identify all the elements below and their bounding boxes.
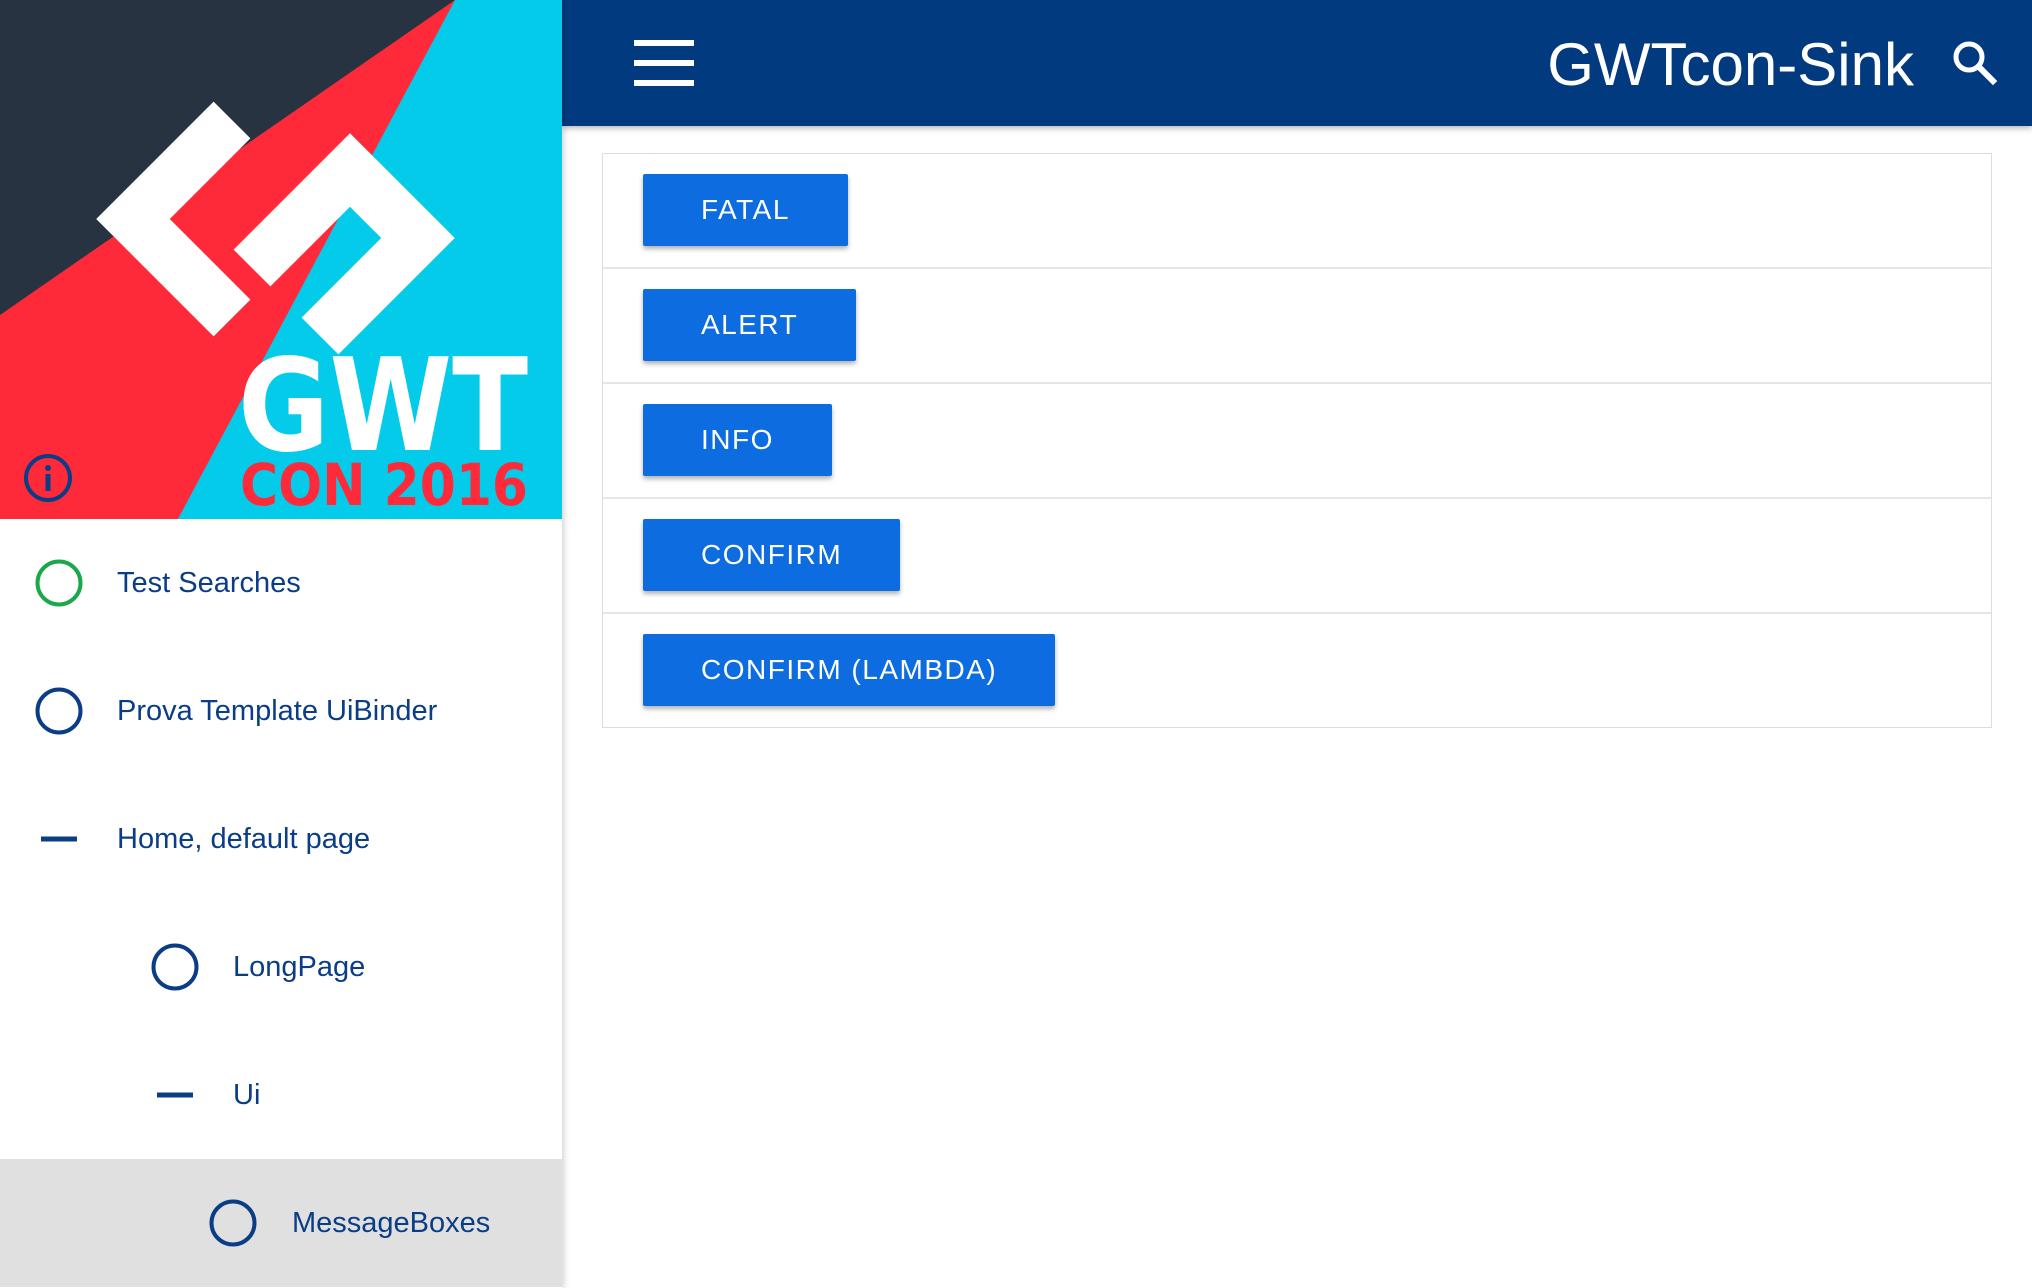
sidebar-item-ui[interactable]: Ui <box>0 1031 562 1159</box>
search-icon[interactable] <box>1950 38 1998 86</box>
app-header: GWTcon-Sink <box>562 0 2032 126</box>
card-row: INFO <box>603 384 1991 499</box>
sidebar-item-longpage[interactable]: LongPage <box>0 903 562 1031</box>
sidebar-item-test-searches[interactable]: Test Searches <box>0 519 562 647</box>
gwtcon-banner: GWT CON 2016 <box>0 0 562 519</box>
circle-outline-icon <box>209 1199 257 1247</box>
info-icon[interactable] <box>22 452 74 504</box>
confirm-lambda-button[interactable]: CONFIRM (LAMBDA) <box>643 634 1056 706</box>
card-row: FATAL <box>603 154 1991 269</box>
sidebar-item-label: Home, default page <box>117 823 371 855</box>
sidebar-nav: Test Searches Prova Template UiBinder Ho… <box>0 519 562 1287</box>
card-row: ALERT <box>603 269 1991 384</box>
hamburger-menu-button[interactable] <box>632 34 696 92</box>
sidebar-item-label: Ui <box>233 1079 261 1111</box>
alert-button[interactable]: ALERT <box>643 289 857 361</box>
sidebar: GWT CON 2016 Test Searches Prova Templat… <box>0 0 562 1288</box>
circle-outline-icon <box>151 943 199 991</box>
minus-icon <box>157 1092 193 1098</box>
main-content: FATAL ALERT INFO CONFIRM CONFIRM (LAMBDA… <box>562 126 2032 1288</box>
messagebox-buttons-card: FATAL ALERT INFO CONFIRM CONFIRM (LAMBDA… <box>602 153 1992 728</box>
minus-icon <box>41 836 77 842</box>
app-title: GWTcon-Sink <box>1547 31 1914 98</box>
gwtcon-2016-logo: GWT CON 2016 <box>0 0 562 519</box>
sidebar-item-label: Test Searches <box>117 567 301 599</box>
card-row: CONFIRM (LAMBDA) <box>603 614 1991 727</box>
circle-outline-icon <box>35 687 83 735</box>
sidebar-item-label: MessageBoxes <box>292 1207 491 1239</box>
circle-outline-icon <box>35 559 83 607</box>
info-button[interactable]: INFO <box>643 404 832 476</box>
card-row: CONFIRM <box>603 499 1991 614</box>
sidebar-item-label: LongPage <box>233 951 366 983</box>
confirm-button[interactable]: CONFIRM <box>643 519 901 591</box>
sidebar-item-label: Prova Template UiBinder <box>117 695 438 727</box>
fatal-button[interactable]: FATAL <box>643 174 848 246</box>
logo-text-con-2016: CON 2016 <box>240 451 528 519</box>
sidebar-item-messageboxes[interactable]: MessageBoxes <box>0 1159 562 1287</box>
sidebar-item-home-default-page[interactable]: Home, default page <box>0 775 562 903</box>
sidebar-item-prova-template-uibinder[interactable]: Prova Template UiBinder <box>0 647 562 775</box>
app-window: GWT CON 2016 Test Searches Prova Templat… <box>0 0 2032 1288</box>
